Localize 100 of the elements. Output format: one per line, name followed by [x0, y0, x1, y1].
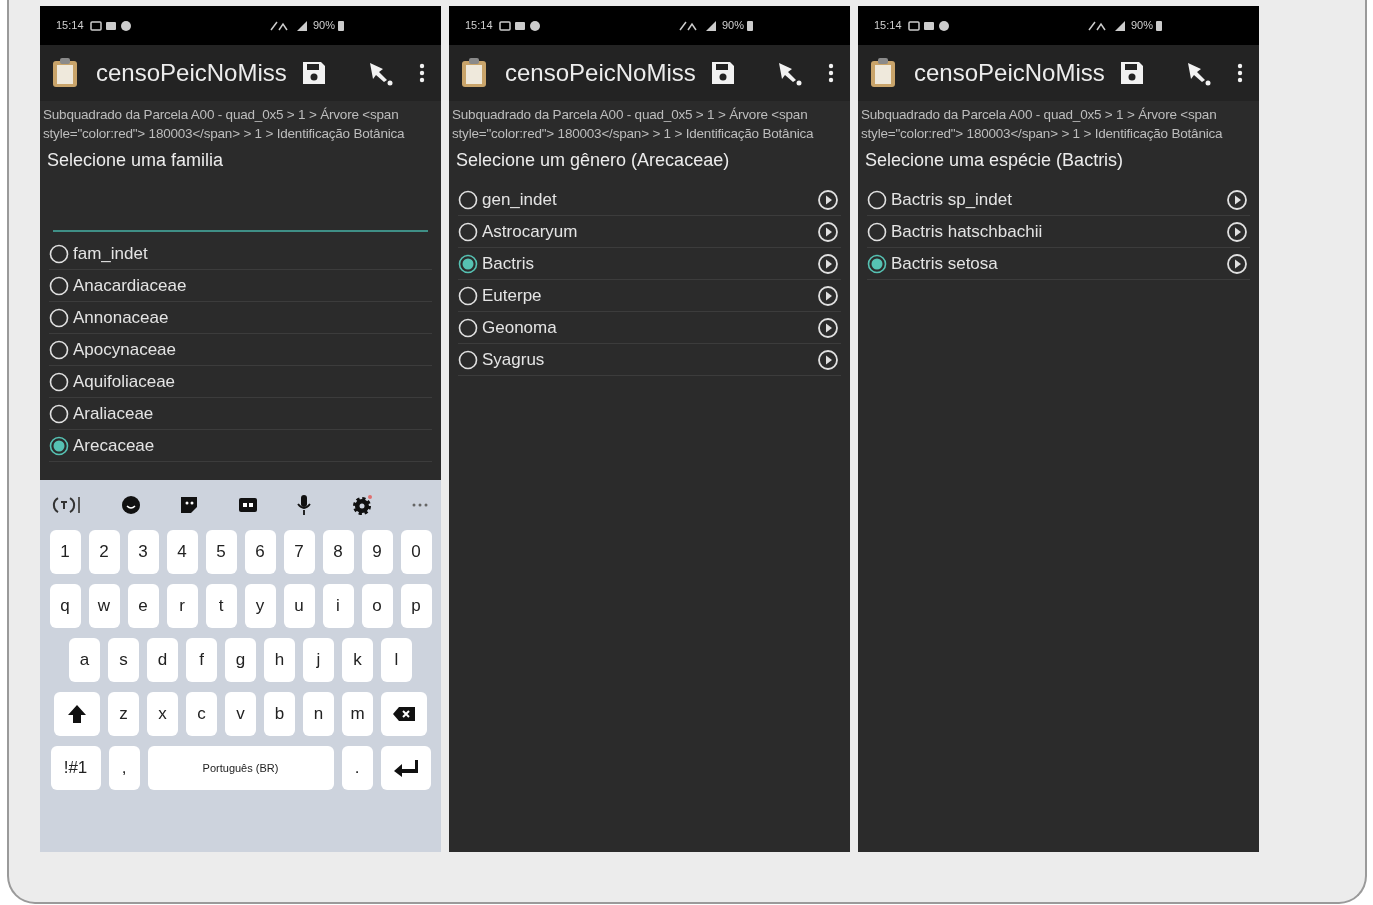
settings-icon[interactable]: [350, 494, 373, 516]
keyboard-key[interactable]: h: [264, 638, 295, 682]
option-label[interactable]: Bactris hatschbachii: [891, 218, 1222, 245]
option-label[interactable]: Arecaceae: [73, 432, 432, 459]
breadcrumb-text: Subquadrado da Parcela A00 - quad_0x5 > 1 > Árvore <span style="color:red"> 180003</span> > 1 > Identificação Botânica: [861, 106, 1224, 143]
arrow-icon[interactable]: [1185, 60, 1211, 86]
option-label[interactable]: Bactris sp_indet: [891, 186, 1222, 213]
keyboard-key[interactable]: 4: [166, 530, 198, 574]
sticker-icon[interactable]: [179, 495, 199, 515]
keyboard-key[interactable]: w: [88, 584, 120, 628]
play-circle-icon[interactable]: [817, 220, 839, 243]
enter-icon: [392, 759, 419, 777]
keyboard-key[interactable]: .: [341, 746, 373, 790]
keyboard-key[interactable]: u: [283, 584, 315, 628]
keyboard-key[interactable]: l: [381, 638, 412, 682]
more-icon[interactable]: [419, 63, 425, 83]
keyboard-key[interactable]: c: [186, 692, 217, 736]
radio-button[interactable]: [867, 253, 887, 274]
keyboard-key[interactable]: y: [244, 584, 276, 628]
radio-button[interactable]: [458, 253, 478, 274]
radio-button[interactable]: [49, 435, 69, 456]
option-label[interactable]: Bactris setosa: [891, 250, 1222, 277]
save-icon[interactable]: [1119, 60, 1145, 86]
keyboard-key[interactable]: r: [166, 584, 198, 628]
save-icon[interactable]: [301, 60, 327, 86]
shift-icon: [67, 704, 87, 724]
arrow-icon[interactable]: [367, 60, 393, 86]
app-title: censoPeicNoMiss: [914, 58, 1106, 88]
keyboard-key[interactable]: ,: [108, 746, 140, 790]
save-icon[interactable]: [710, 60, 736, 86]
enter-key[interactable]: [380, 746, 431, 790]
keyboard-key[interactable]: n: [303, 692, 334, 736]
option-label[interactable]: Geonoma: [482, 314, 813, 341]
clipboard-icon: [461, 58, 487, 88]
keyboard-key[interactable]: 1: [49, 530, 81, 574]
play-circle-icon[interactable]: [817, 348, 839, 371]
keyboard-key[interactable]: v: [225, 692, 256, 736]
keyboard-key[interactable]: 6: [244, 530, 276, 574]
prompt-heading: Selecione um gênero (Arecaceae): [456, 149, 731, 172]
play-circle-icon[interactable]: [817, 252, 839, 275]
keyboard-key[interactable]: s: [108, 638, 139, 682]
keyboard-key[interactable]: i: [322, 584, 354, 628]
keyboard-key[interactable]: p: [400, 584, 432, 628]
keyboard-key[interactable]: t: [205, 584, 237, 628]
keyboard-key[interactable]: 7: [283, 530, 315, 574]
keyboard-key[interactable]: q: [49, 584, 81, 628]
emoji-icon[interactable]: [120, 495, 141, 515]
keyboard-key[interactable]: o: [361, 584, 393, 628]
keyboard-key[interactable]: 3: [127, 530, 159, 574]
keyboard-key[interactable]: z: [108, 692, 139, 736]
more-icon[interactable]: [828, 63, 834, 83]
play-circle-icon[interactable]: [817, 188, 839, 211]
arrow-icon[interactable]: [776, 60, 802, 86]
keyboard-key[interactable]: j: [303, 638, 334, 682]
prompt-heading: Selecione uma familia: [47, 149, 225, 172]
option-label[interactable]: Syagrus: [482, 346, 813, 373]
keyboard-key[interactable]: 2: [88, 530, 120, 574]
shift-key[interactable]: [54, 692, 100, 736]
option-label[interactable]: Euterpe: [482, 282, 813, 309]
keyboard-key[interactable]: f: [186, 638, 217, 682]
option-label[interactable]: Araliaceae: [73, 400, 432, 427]
keyboard-key[interactable]: d: [147, 638, 178, 682]
play-circle-icon[interactable]: [1226, 220, 1248, 243]
keyboard-key[interactable]: g: [225, 638, 256, 682]
option-label[interactable]: gen_indet: [482, 186, 813, 213]
keyboard-key[interactable]: k: [342, 638, 373, 682]
play-circle-icon[interactable]: [1226, 252, 1248, 275]
battery-percent: 90%: [1130, 18, 1153, 34]
option-label[interactable]: Bactris: [482, 250, 813, 277]
play-circle-icon[interactable]: [817, 316, 839, 339]
breadcrumb-text: Subquadrado da Parcela A00 - quad_0x5 > 1 > Árvore <span style="color:red"> 180003</span> > 1 > Identificação Botânica: [452, 106, 815, 143]
keyboard-key[interactable]: 8: [322, 530, 354, 574]
option-label[interactable]: Apocynaceae: [73, 336, 432, 363]
signal-icons: [1086, 19, 1127, 32]
keyboard-key[interactable]: !#1: [50, 746, 101, 790]
microphone-icon[interactable]: [296, 494, 312, 516]
app-title: censoPeicNoMiss: [505, 58, 697, 88]
keyboard-key[interactable]: m: [342, 692, 373, 736]
backspace-icon: [392, 706, 416, 722]
option-label[interactable]: Anacardiaceae: [73, 272, 432, 299]
keyboard-key[interactable]: x: [147, 692, 178, 736]
keyboard-key[interactable]: 5: [205, 530, 237, 574]
option-label[interactable]: fam_indet: [73, 240, 432, 267]
gif-icon[interactable]: [237, 496, 258, 514]
notification-icons: [87, 19, 134, 32]
keyboard-key[interactable]: a: [69, 638, 100, 682]
translate-icon[interactable]: [52, 494, 82, 516]
option-label[interactable]: Annonaceae: [73, 304, 432, 331]
keyboard-key[interactable]: b: [264, 692, 295, 736]
keyboard-key[interactable]: 9: [361, 530, 393, 574]
option-label[interactable]: Astrocaryum: [482, 218, 813, 245]
play-circle-icon[interactable]: [1226, 188, 1248, 211]
backspace-key[interactable]: [381, 692, 427, 736]
more-icon[interactable]: [1237, 63, 1243, 83]
keyboard-key[interactable]: 0: [400, 530, 432, 574]
play-circle-icon[interactable]: [817, 284, 839, 307]
clipboard-icon: [870, 58, 896, 88]
space-key[interactable]: Português (BR): [147, 746, 334, 790]
option-label[interactable]: Aquifoliaceae: [73, 368, 432, 395]
keyboard-key[interactable]: e: [127, 584, 159, 628]
